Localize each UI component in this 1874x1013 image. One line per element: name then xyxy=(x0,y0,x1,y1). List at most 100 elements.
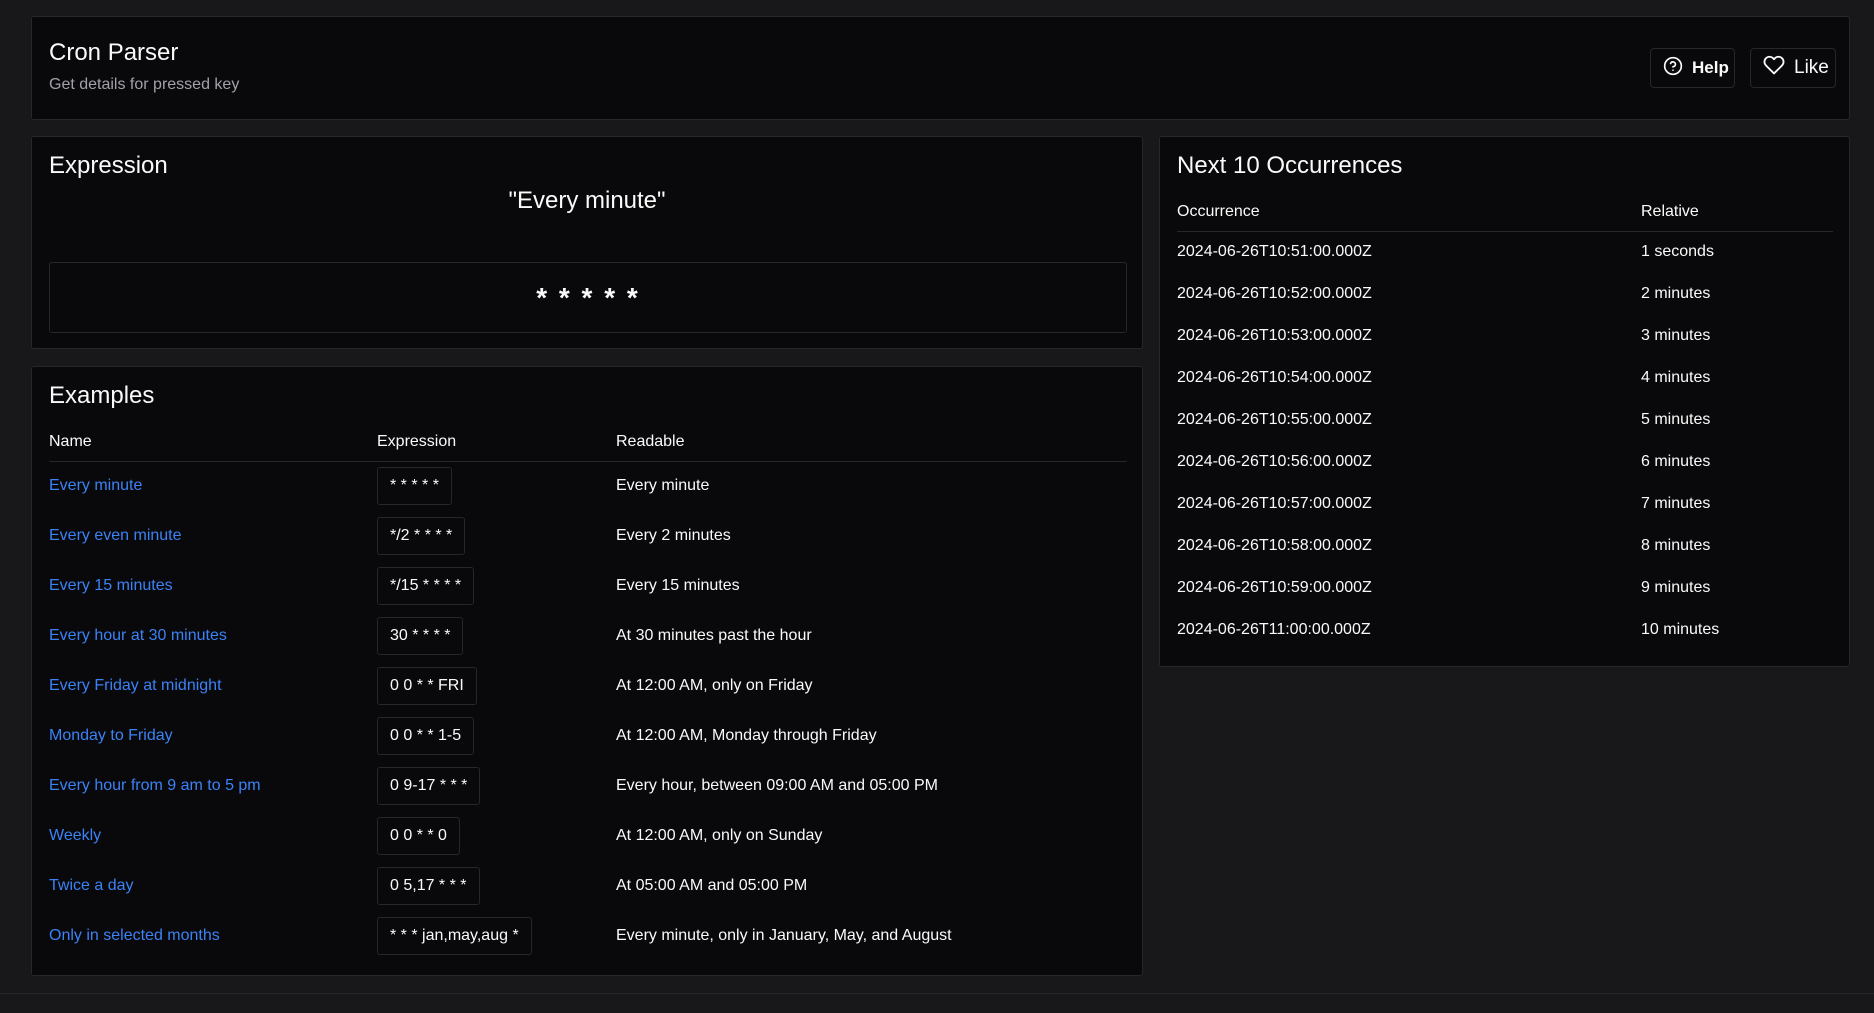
examples-panel: Examples Name Expression Readable Every … xyxy=(31,366,1143,976)
example-name-link[interactable]: Monday to Friday xyxy=(49,711,377,761)
example-expression-cell: */15 * * * * xyxy=(377,561,616,611)
cron-parser-page: Cron Parser Get details for pressed key … xyxy=(0,0,1874,1013)
table-row: Monday to Friday 0 0 * * 1-5 At 12:00 AM, … xyxy=(49,711,1127,761)
page-title: Cron Parser xyxy=(49,39,179,66)
help-circle-icon xyxy=(1663,56,1683,81)
example-readable: At 30 minutes past the hour xyxy=(616,627,812,644)
example-expression-code[interactable]: 0 0 * * FRI xyxy=(377,667,477,705)
heart-icon xyxy=(1763,54,1785,82)
example-expression-cell: 0 0 * * FRI xyxy=(377,661,616,711)
example-readable: Every 15 minutes xyxy=(616,577,740,594)
example-expression-code[interactable]: * * * * * xyxy=(377,467,452,506)
table-row: Weekly 0 0 * * 0 At 12:00 AM, only on Sund… xyxy=(49,811,1127,861)
example-name-link[interactable]: Weekly xyxy=(49,811,377,861)
occurrences-header-row: Occurrence Relative xyxy=(1177,191,1833,232)
table-row: 2024-06-26T10:59:00.000Z 9 minutes xyxy=(1177,567,1833,609)
example-name-link[interactable]: Every hour from 9 am to 5 pm xyxy=(49,761,377,811)
occurrence-relative: 1 seconds xyxy=(1641,243,1714,261)
example-name-link[interactable]: Every Friday at midnight xyxy=(49,661,377,711)
table-row: 2024-06-26T10:51:00.000Z 1 seconds xyxy=(1177,231,1833,273)
occurrence-time: 2024-06-26T10:56:00.000Z xyxy=(1177,453,1372,470)
example-readable: At 05:00 AM and 05:00 PM xyxy=(616,877,808,894)
table-row: 2024-06-26T10:52:00.000Z 2 minutes xyxy=(1177,273,1833,315)
example-readable: At 12:00 AM, only on Sunday xyxy=(616,827,823,844)
example-name-link[interactable]: Every minute xyxy=(49,461,377,511)
occurrence-relative: 9 minutes xyxy=(1641,579,1711,596)
example-expression-cell: 0 9-17 * * * xyxy=(377,761,616,811)
example-name-link[interactable]: Every 15 minutes xyxy=(49,561,377,611)
example-expression-cell: 0 0 * * 0 xyxy=(377,811,616,861)
occurrence-time: 2024-06-26T11:00:00.000Z xyxy=(1177,621,1371,638)
example-name-link[interactable]: Every hour at 30 minutes xyxy=(49,611,377,661)
occurrence-time: 2024-06-26T10:52:00.000Z xyxy=(1177,285,1372,302)
examples-table: Name Expression Readable Every minute * *… xyxy=(49,421,1127,961)
table-row: Every 15 minutes */15 * * * * Every 15 min… xyxy=(49,561,1127,611)
example-expression-code[interactable]: 30 * * * * xyxy=(377,617,464,655)
table-row: 2024-06-26T10:57:00.000Z 7 minutes xyxy=(1177,483,1833,525)
page-subtitle: Get details for pressed key xyxy=(49,76,240,93)
occurrence-time: 2024-06-26T10:57:00.000Z xyxy=(1177,495,1372,512)
table-row: 2024-06-26T10:54:00.000Z 4 minutes xyxy=(1177,357,1833,399)
example-expression-code[interactable]: * * * jan,may,aug * xyxy=(377,917,532,955)
table-row: Every minute * * * * * Every minute xyxy=(49,461,1127,511)
like-button-label: Like xyxy=(1794,57,1829,78)
example-expression-cell: */2 * * * * xyxy=(377,511,616,561)
example-readable: At 12:00 AM, Monday through Friday xyxy=(616,727,877,744)
table-row: Every Friday at midnight 0 0 * * FRI At 12… xyxy=(49,661,1127,711)
example-expression-code[interactable]: */15 * * * * xyxy=(377,567,475,605)
occurrence-relative: 4 minutes xyxy=(1641,369,1711,386)
example-expression-code[interactable]: 0 5,17 * * * xyxy=(377,867,480,905)
header: Cron Parser Get details for pressed key … xyxy=(31,16,1850,120)
expression-panel: Expression "Every minute" * * * * * xyxy=(31,136,1143,349)
examples-title: Examples xyxy=(49,382,155,409)
example-expression-code[interactable]: 0 9-17 * * * xyxy=(377,767,481,805)
table-row: Only in selected months * * * jan,may,aug… xyxy=(49,911,1127,961)
example-expression-code[interactable]: */2 * * * * xyxy=(377,517,466,555)
table-row: 2024-06-26T10:58:00.000Z 8 minutes xyxy=(1177,525,1833,567)
occurrence-time: 2024-06-26T10:54:00.000Z xyxy=(1177,369,1372,386)
occurrence-time: 2024-06-26T10:58:00.000Z xyxy=(1177,537,1372,554)
example-expression-cell: 0 5,17 * * * xyxy=(377,861,616,911)
expression-readable: "Every minute" xyxy=(508,187,666,214)
occurrence-relative: 5 minutes xyxy=(1641,411,1711,428)
table-row: 2024-06-26T11:00:00.000Z 10 minutes xyxy=(1177,609,1833,651)
like-button[interactable]: Like xyxy=(1750,48,1836,88)
example-readable: Every minute xyxy=(616,477,710,495)
table-row: Every hour from 9 am to 5 pm 0 9-17 * * *… xyxy=(49,761,1127,811)
help-button[interactable]: Help xyxy=(1650,48,1735,88)
occurrence-relative: 3 minutes xyxy=(1641,327,1711,344)
example-name-link[interactable]: Twice a day xyxy=(49,861,377,911)
column-header-readable: Readable xyxy=(616,421,1127,462)
occurrence-relative: 6 minutes xyxy=(1641,453,1711,470)
occurrences-panel: Next 10 Occurrences Occurrence Relative … xyxy=(1159,136,1850,667)
example-expression-code[interactable]: 0 0 * * 1-5 xyxy=(377,717,475,755)
table-row: 2024-06-26T10:55:00.000Z 5 minutes xyxy=(1177,399,1833,441)
expression-title: Expression xyxy=(49,152,168,179)
occurrence-relative: 7 minutes xyxy=(1641,495,1711,512)
table-row: Every hour at 30 minutes 30 * * * * At 30 … xyxy=(49,611,1127,661)
occurrence-time: 2024-06-26T10:55:00.000Z xyxy=(1177,411,1372,428)
occurrences-table: Occurrence Relative 2024-06-26T10:51:00.… xyxy=(1177,191,1833,651)
table-row: 2024-06-26T10:56:00.000Z 6 minutes xyxy=(1177,441,1833,483)
column-header-occurrence: Occurrence xyxy=(1177,191,1641,232)
occurrence-relative: 8 minutes xyxy=(1641,537,1711,554)
table-row: Twice a day 0 5,17 * * * At 05:00 AM and 0… xyxy=(49,861,1127,911)
occurrence-time: 2024-06-26T10:59:00.000Z xyxy=(1177,579,1372,596)
column-header-expression: Expression xyxy=(377,421,616,462)
example-expression-code[interactable]: 0 0 * * 0 xyxy=(377,817,460,855)
occurrence-time: 2024-06-26T10:51:00.000Z xyxy=(1177,243,1372,261)
help-button-label: Help xyxy=(1692,58,1729,77)
occurrences-title: Next 10 Occurrences xyxy=(1177,152,1403,179)
example-readable: Every hour, between 09:00 AM and 05:00 P… xyxy=(616,777,938,794)
occurrence-time: 2024-06-26T10:53:00.000Z xyxy=(1177,327,1372,344)
footer-divider xyxy=(0,993,1874,994)
table-row: 2024-06-26T10:53:00.000Z 3 minutes xyxy=(1177,315,1833,357)
example-readable: Every 2 minutes xyxy=(616,527,731,544)
expression-input[interactable]: * * * * * xyxy=(49,262,1127,333)
column-header-name: Name xyxy=(49,421,377,462)
example-name-link[interactable]: Every even minute xyxy=(49,511,377,561)
example-expression-cell: * * * jan,may,aug * xyxy=(377,911,616,961)
example-expression-cell: 30 * * * * xyxy=(377,611,616,661)
example-name-link[interactable]: Only in selected months xyxy=(49,911,377,961)
occurrence-relative: 2 minutes xyxy=(1641,285,1711,302)
